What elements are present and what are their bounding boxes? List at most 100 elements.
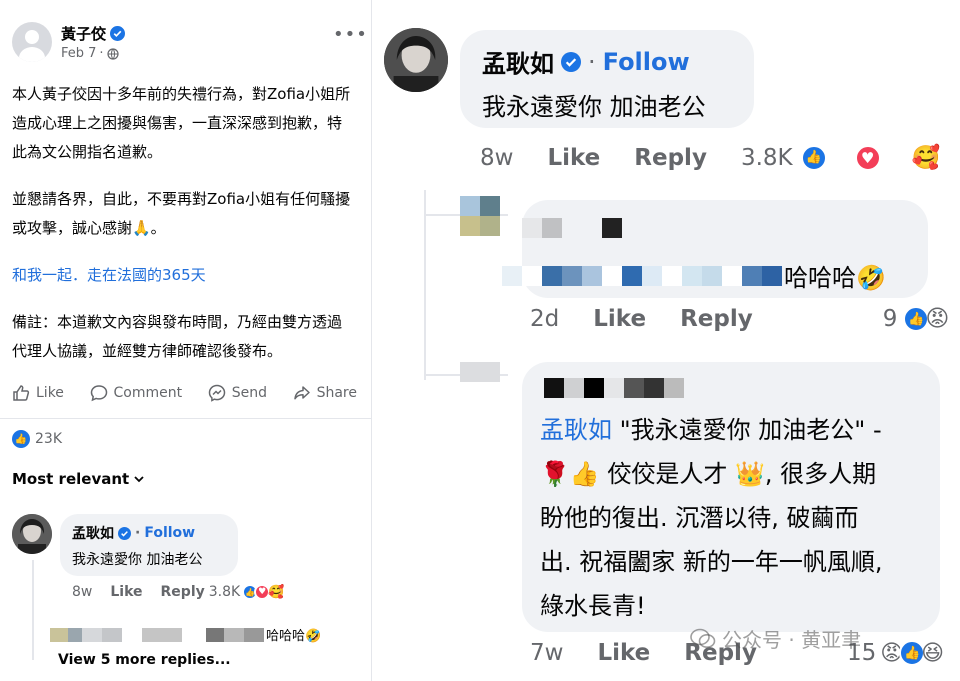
post-header: 黃子佼 Feb 7 · (12, 22, 126, 62)
messenger-icon (208, 384, 225, 402)
author-avatar[interactable] (12, 22, 52, 62)
comment-like-button[interactable]: Like (547, 145, 600, 171)
comment-bubble: 孟耿如 · Follow 我永遠愛你 加油老公 (60, 514, 238, 576)
reply-snippet-text: 哈哈哈🤣 (266, 629, 322, 644)
comment-reaction-count[interactable]: 3.8K (741, 145, 793, 171)
watermark: 公众号 · 黄亚聿 (690, 624, 861, 653)
zoomed-comments-panel: 孟耿如 · Follow 我永遠愛你 加油老公 8w Like Reply 3.… (372, 0, 960, 681)
reply-text: 孟耿如 "我永遠愛你 加油老公" - 🌹👍 佼佼是人才 👑, 很多人期 盼他的復… (540, 408, 918, 628)
wechat-icon (690, 628, 716, 648)
mention-link[interactable]: 孟耿如 (540, 416, 612, 444)
reply-reactions[interactable]: 👍 😡 (903, 306, 949, 332)
commenter-name-row: 孟耿如 · Follow (72, 523, 196, 543)
reply-age[interactable]: 2d (530, 306, 559, 332)
care-reaction-icon: 🥰 (911, 145, 941, 171)
comment-reply-button[interactable]: Reply (634, 145, 707, 171)
post-paragraph: 備註：本道歉文內容與發布時間，乃經由雙方透過代理人協議，並經雙方律師確認後發布。 (12, 313, 343, 360)
portrait-image (12, 514, 52, 554)
share-icon (293, 386, 310, 400)
comment-text: 我永遠愛你 加油老公 (72, 552, 203, 568)
angry-reaction-icon: 😡 (925, 306, 950, 332)
reply-age[interactable]: 7w (530, 640, 563, 666)
verified-badge-icon (561, 51, 581, 72)
commenter-avatar[interactable] (12, 514, 52, 554)
portrait-image (384, 28, 448, 92)
globe-icon (106, 47, 119, 60)
reaction-count: 23K (35, 431, 62, 447)
facebook-post-panel: 黃子佼 Feb 7 · ••• 本人黃子佼因十多年前的失禮行為，對Zofia小姐… (0, 0, 372, 681)
like-reaction-icon: 👍 (800, 144, 827, 171)
reply-avatar-blurred[interactable] (460, 196, 500, 236)
reply-text-line: 出. 祝福闔家 新的一年一帆風順, (540, 548, 883, 576)
reply-reply-button[interactable]: Reply (680, 306, 753, 332)
reply-like-button[interactable]: Like (593, 306, 646, 332)
post-paragraph: 並懇請各界，自此，不要再對Zofia小姐有任何騷擾或攻擊，誠心感謝🙏。 (12, 190, 351, 237)
comment-icon (90, 385, 107, 402)
like-label: Like (36, 385, 64, 401)
post-body: 本人黃子佼因十多年前的失禮行為，對Zofia小姐所造成心理上之困擾與傷害，一直深… (12, 80, 352, 384)
post-meta: Feb 7 · (61, 46, 125, 61)
reply-text-line: 綠水長青! (540, 592, 646, 620)
follow-button[interactable]: Follow (144, 525, 195, 541)
laugh-reaction-icon: 😆 (921, 640, 945, 666)
reply-avatar-blurred[interactable] (460, 362, 500, 382)
verified-badge-icon (118, 526, 131, 540)
commenter-name[interactable]: 孟耿如 (482, 44, 554, 79)
send-button[interactable]: Send (208, 384, 267, 402)
comment-label: Comment (113, 385, 183, 401)
blurred-reply-author[interactable] (544, 378, 684, 398)
post-author-name[interactable]: 黃子佼 (61, 23, 106, 44)
comment-like-button[interactable]: Like (110, 584, 142, 600)
commenter-name[interactable]: 孟耿如 (72, 523, 114, 543)
reply-bubble: 哈哈哈🤣 (502, 200, 928, 298)
share-label: Share (316, 385, 357, 401)
comment-reply-button[interactable]: Reply (161, 584, 205, 600)
view-more-replies-link[interactable]: View 5 more replies... (58, 652, 231, 668)
reply-meta: 2d Like Reply 9 👍 😡 (530, 306, 949, 332)
reply-text-line: 🌹👍 佼佼是人才 👑, 很多人期 (540, 460, 877, 488)
commenter-avatar[interactable] (384, 28, 448, 92)
post-actions-bar: Like Comment Send Share (12, 384, 357, 402)
sort-comments-dropdown[interactable]: Most relevant (12, 470, 145, 488)
post-author[interactable]: 黃子佼 (61, 23, 126, 44)
reaction-summary[interactable]: 👍 23K (12, 430, 62, 448)
comment-reactions[interactable]: 3.8K 👍 ♥ 🥰 (208, 584, 285, 600)
blurred-reply-text: 哈哈哈🤣 (502, 258, 886, 293)
reply-text-visible: 哈哈哈🤣 (784, 264, 886, 292)
comment-age[interactable]: 8w (72, 584, 92, 600)
love-reaction-icon: ♥ (854, 144, 881, 171)
thread-line (424, 190, 426, 380)
blurred-reply-author[interactable] (522, 218, 622, 238)
reply-like-button[interactable]: Like (597, 640, 650, 666)
comment-reactions[interactable]: 👍 ♥ 🥰 (800, 144, 960, 171)
reply-reaction-count[interactable]: 9 (883, 306, 898, 332)
chevron-down-icon (134, 476, 144, 483)
reply-bubble: 孟耿如 "我永遠愛你 加油老公" - 🌹👍 佼佼是人才 👑, 很多人期 盼他的復… (522, 362, 940, 632)
post-date[interactable]: Feb 7 (61, 46, 96, 61)
thumbs-up-icon (13, 385, 30, 401)
separator-dot: · (588, 47, 596, 76)
comment-meta: 8w Like Reply 3.8K 👍 ♥ 🥰 (480, 144, 940, 171)
care-reaction-icon: 🥰 (268, 584, 285, 600)
comment-bubble: 孟耿如 · Follow 我永遠愛你 加油老公 (460, 30, 754, 128)
comment-text: 我永遠愛你 加油老公 (482, 93, 706, 121)
more-dots-icon[interactable]: ••• (333, 24, 368, 45)
send-label: Send (231, 385, 267, 401)
reply-text-line: "我永遠愛你 加油老公" - (612, 416, 882, 444)
comment-reaction-count: 3.8K (208, 584, 241, 600)
reply-reactions[interactable]: 😡 👍 😆 (880, 640, 944, 666)
like-button[interactable]: Like (12, 384, 64, 402)
comment-age[interactable]: 8w (480, 145, 513, 171)
post-link[interactable]: 和我一起．走在法國的365天 (12, 261, 352, 290)
follow-button[interactable]: Follow (603, 48, 690, 76)
verified-badge-icon (110, 26, 126, 41)
comment-button[interactable]: Comment (90, 384, 183, 402)
watermark-text: 公众号 · 黄亚聿 (722, 628, 862, 652)
post-paragraph: 本人黃子佼因十多年前的失禮行為，對Zofia小姐所造成心理上之困擾與傷害，一直深… (12, 85, 351, 161)
divider (0, 418, 372, 419)
thread-line (32, 560, 34, 660)
share-button[interactable]: Share (293, 384, 357, 402)
comment-meta: 8w Like Reply 3.8K 👍 ♥ 🥰 (72, 584, 284, 600)
sort-label: Most relevant (12, 470, 130, 488)
blurred-reply-preview[interactable]: 哈哈哈🤣 (50, 625, 321, 644)
